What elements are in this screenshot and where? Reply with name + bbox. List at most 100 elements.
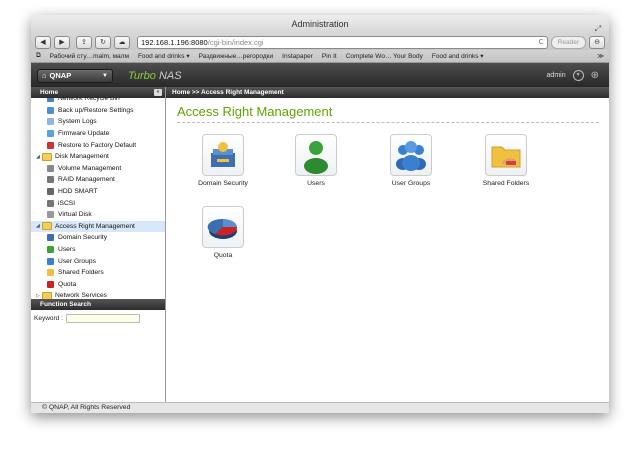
product-turbo: Turbo [128, 69, 156, 82]
bookmark-item[interactable]: Pin It [322, 53, 337, 60]
sidebar: Home « Network Recycle Bin Back up/Restor… [31, 87, 166, 403]
sidebar-header: Home « [31, 87, 165, 98]
menu-item-icon [47, 188, 54, 196]
cloud-icon[interactable]: ☁ [114, 35, 130, 49]
sidebar-item[interactable]: Domain Security [31, 232, 165, 244]
user-area: admin ▼ ⊕ [547, 70, 599, 81]
navigation-tree: Network Recycle Bin Back up/Restore Setti… [31, 98, 165, 299]
user-menu-icon[interactable]: ▼ [572, 70, 584, 81]
main-panel: Home >> Access Right Management Access R… [166, 87, 609, 403]
menu-item-icon [47, 98, 54, 103]
bookmark-item[interactable]: Instapaper [282, 53, 313, 60]
sidebar-item-label: Network Recycle Bin [58, 98, 120, 103]
reading-list-icon[interactable]: ⧉ [36, 52, 41, 60]
sidebar-item[interactable]: Volume Management [31, 163, 165, 175]
sidebar-item[interactable]: Restore to Factory Default [31, 139, 165, 151]
address-bar[interactable]: 192.168.1.196:8080/cgi-bin/index.cgi C [137, 35, 548, 49]
sidebar-item-label: Access Right Management [55, 222, 135, 230]
product-nas: NAS [158, 69, 182, 82]
sidebar-item-label: HDD SMART [58, 188, 98, 196]
menu-item-icon [47, 280, 54, 288]
user-name[interactable]: admin [547, 72, 566, 79]
menu-item-icon [47, 118, 54, 126]
sidebar-item-label: Restore to Factory Default [58, 141, 137, 149]
bookmark-item[interactable]: Food and drinks ▾ [138, 52, 190, 60]
breadcrumb: Home >> Access Right Management [166, 87, 609, 98]
keyword-label: Keyword : [34, 315, 63, 322]
user-groups-label: User Groups [391, 180, 431, 187]
sidebar-item[interactable]: Quota [31, 279, 165, 291]
sidebar-item[interactable]: RAID Management [31, 174, 165, 186]
sidebar-item-label: Virtual Disk [58, 211, 92, 219]
bookmarks-more-icon[interactable]: ≫ [597, 52, 604, 60]
sidebar-item-label: User Groups [58, 257, 96, 265]
sidebar-item[interactable]: ◢ Access Right Management [31, 220, 165, 233]
window-title: Administration [291, 19, 349, 29]
share-icon[interactable]: ⇪ [76, 35, 92, 49]
sidebar-item[interactable]: Virtual Disk [31, 209, 165, 221]
domain-security-item[interactable]: Domain Security [188, 134, 258, 187]
sidebar-item[interactable]: iSCSI [31, 197, 165, 209]
expand-toggle-icon[interactable]: ◢ [36, 223, 41, 229]
sidebar-item-label: Shared Folders [58, 269, 104, 277]
sidebar-item[interactable]: System Logs [31, 116, 165, 128]
sidebar-item-label: Quota [58, 280, 77, 288]
sidebar-item[interactable]: Network Recycle Bin [31, 98, 165, 105]
sidebar-item[interactable]: ▷ Network Services [31, 290, 165, 299]
reader-button[interactable]: Reader [550, 35, 586, 49]
sidebar-item-label: iSCSI [58, 199, 76, 207]
home-icon: ⌂ [42, 71, 47, 80]
function-search-header: Function Search [31, 299, 165, 310]
users-item[interactable]: Users [281, 134, 351, 187]
menu-item-icon [47, 130, 54, 138]
back-icon[interactable]: ◀ [35, 35, 51, 49]
footer: © QNAP, All Rights Reserved [31, 402, 609, 413]
quota-item[interactable]: Quota [188, 206, 258, 259]
sidebar-item[interactable]: Users [31, 244, 165, 256]
qnap-menu-button[interactable]: ⌂ QNAP ▼ [37, 68, 113, 83]
app-header: ⌂ QNAP ▼ Turbo NAS admin ▼ ⊕ [31, 63, 609, 88]
title-bar: Administration ⤢ [31, 15, 609, 34]
bookmark-item[interactable]: Complete Wo… Your Body [346, 53, 423, 60]
url-path: /cgi-bin/index.cgi [207, 37, 264, 47]
address-reload-icon[interactable]: C [539, 39, 544, 46]
menu-item-icon [47, 246, 54, 254]
bookmark-item[interactable]: Food and drinks ▾ [432, 52, 484, 60]
sidebar-item[interactable]: Firmware Update [31, 128, 165, 140]
shared-folders-item[interactable]: Shared Folders [471, 134, 541, 187]
user-groups-item[interactable]: User Groups [376, 134, 446, 187]
keyword-input[interactable] [65, 314, 140, 323]
sidebar-item-label: Volume Management [58, 164, 122, 172]
reload-icon[interactable]: ↻ [95, 35, 111, 49]
user-groups-icon [390, 134, 432, 176]
quota-label: Quota [213, 252, 233, 259]
expand-toggle-icon[interactable]: ◢ [36, 154, 41, 160]
fullscreen-icon[interactable]: ⤢ [593, 19, 603, 33]
menu-item-icon [47, 106, 54, 114]
url-host: 192.168.1.196:8080 [141, 37, 208, 47]
forward-icon[interactable]: ▶ [54, 35, 70, 49]
shared-folders-icon [485, 134, 527, 176]
menu-item-icon [47, 164, 54, 172]
collapse-sidebar-icon[interactable]: « [154, 89, 162, 96]
stop-icon[interactable]: ⊖ [589, 35, 605, 49]
expand-toggle-icon[interactable]: ▷ [36, 293, 41, 299]
sidebar-item[interactable]: Shared Folders [31, 267, 165, 279]
users-label: Users [307, 180, 325, 187]
sidebar-item-label: Firmware Update [58, 130, 110, 138]
sidebar-item[interactable]: ◢ Disk Management [31, 151, 165, 163]
app-content: Home « Network Recycle Bin Back up/Restor… [31, 87, 609, 403]
globe-icon[interactable]: ⊕ [591, 70, 599, 81]
folder-icon [42, 222, 52, 231]
browser-toolbar: ◀ ▶ ⇪ ↻ ☁ 192.168.1.196:8080/cgi-bin/ind… [31, 34, 609, 50]
bookmarks-bar: ⧉ Рабочий сту…malm, малм Food and drinks… [31, 50, 609, 63]
sidebar-item[interactable]: HDD SMART [31, 186, 165, 198]
sidebar-item[interactable]: User Groups [31, 255, 165, 267]
domain-security-icon [202, 134, 244, 176]
keyword-row: Keyword : [31, 310, 165, 327]
sidebar-item-label: Disk Management [55, 153, 109, 161]
page-title: Access Right Management [177, 104, 333, 119]
bookmark-item[interactable]: Раздвижные…регородки [199, 53, 274, 60]
sidebar-item[interactable]: Back up/Restore Settings [31, 105, 165, 117]
bookmark-item[interactable]: Рабочий сту…malm, малм [50, 53, 129, 60]
